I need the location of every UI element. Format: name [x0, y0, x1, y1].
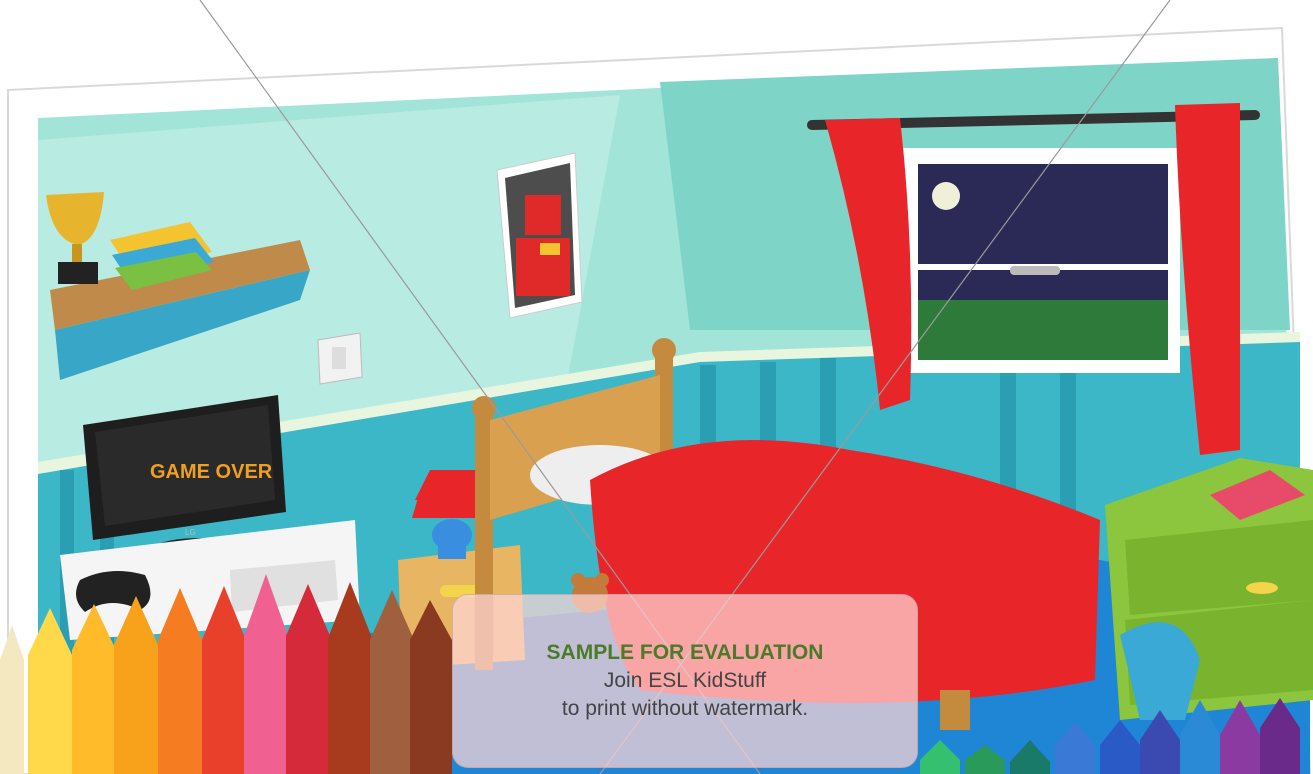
watermark-title: SAMPLE FOR EVALUATION: [546, 641, 824, 664]
window-icon: [900, 148, 1180, 373]
watermark-line-1: Join ESL KidStuff: [603, 669, 767, 692]
robot-poster-icon: [496, 152, 583, 319]
tv-screen-text: GAME OVER: [150, 461, 273, 483]
light-switch-icon: [317, 332, 363, 385]
dresser-icon: [1105, 458, 1313, 720]
watermark-box: SAMPLE FOR EVALUATION Join ESL KidStuff …: [452, 594, 918, 768]
watermark-line-2: to print without watermark.: [561, 697, 809, 720]
tv-brand-label: LG: [185, 528, 196, 537]
